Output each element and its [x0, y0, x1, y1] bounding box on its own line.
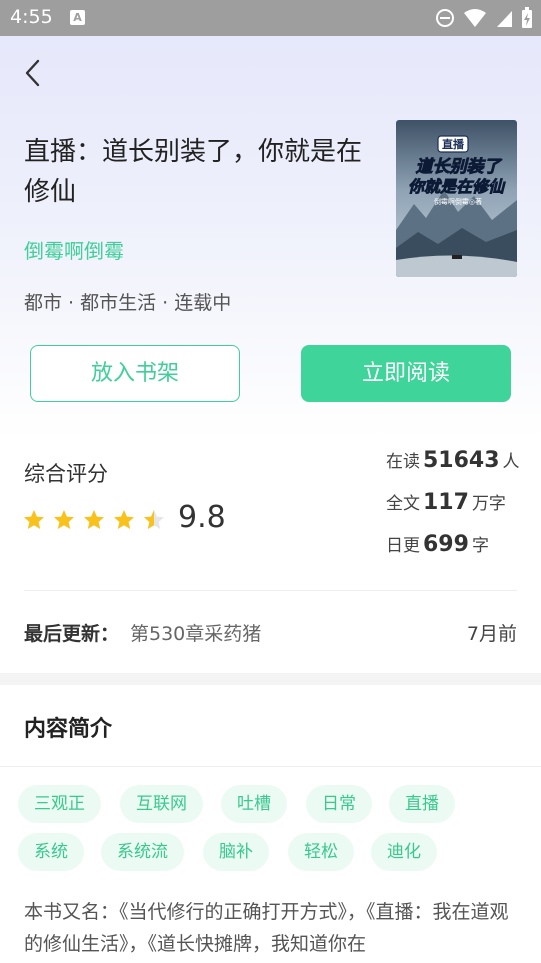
author-link[interactable]: 倒霉啊倒霉	[24, 235, 124, 264]
star-full-icon	[84, 510, 104, 529]
tag-chip[interactable]: 互联网	[120, 785, 203, 823]
book-title: 直播：道长别装了，你就是在修仙	[24, 137, 363, 207]
notification-a-icon: A	[70, 10, 85, 25]
wifi-icon	[464, 9, 486, 27]
divider	[0, 766, 541, 767]
status-time: 4:55	[10, 6, 53, 28]
rating-label: 综合评分	[24, 462, 108, 486]
tag-chip[interactable]: 系统	[18, 833, 84, 871]
stat-reading-prefix: 在读	[386, 452, 420, 472]
tag-chip[interactable]: 吐槽	[221, 785, 287, 823]
do-not-disturb-icon	[436, 9, 454, 27]
rating-score: 9.8	[178, 500, 226, 535]
read-now-button[interactable]: 立即阅读	[301, 345, 511, 402]
star-half-icon	[144, 510, 164, 529]
last-update-chapter[interactable]: 第530章采药猪	[130, 619, 261, 646]
add-to-shelf-button[interactable]: 放入书架	[30, 345, 240, 402]
book-meta: 都市 · 都市生活 · 连载中	[24, 292, 232, 314]
last-update-label: 最后更新：	[24, 623, 120, 645]
stat-reading-value: 51643	[423, 448, 500, 473]
section-separator	[0, 673, 541, 685]
stat-daily-unit: 字	[471, 536, 489, 556]
star-rating	[22, 508, 166, 532]
tag-chip[interactable]: 轻松	[288, 833, 354, 871]
back-arrow-icon[interactable]	[22, 58, 42, 88]
signal-icon	[497, 11, 512, 27]
stat-words-value: 117	[423, 490, 469, 515]
cover-title-line1: 道长别装了	[416, 157, 503, 177]
tag-chip[interactable]: 迪化	[371, 833, 437, 871]
tag-chip[interactable]: 直播	[389, 785, 455, 823]
cover-badge: 直播	[442, 137, 465, 151]
stat-daily-prefix: 日更	[386, 536, 420, 556]
tag-chip[interactable]: 系统流	[101, 833, 184, 871]
stat-words: 全文 117 万字	[386, 489, 506, 515]
status-bar: 4:55 A	[0, 0, 541, 36]
last-update-time: 7月前	[466, 623, 517, 645]
synopsis-text: 本书又名：《当代修行的正确打开方式》，《直播：我在道观的修仙生活》，《道长快摊牌…	[24, 901, 509, 955]
cover-author: 倒霉啊倒霉◎著	[434, 197, 482, 206]
stat-daily: 日更 699 字	[386, 531, 489, 557]
cover-title-line2: 你就是在修仙	[408, 177, 506, 196]
divider	[24, 590, 517, 591]
stat-words-prefix: 全文	[386, 494, 420, 514]
tag-chip[interactable]: 日常	[306, 785, 372, 823]
intro-title: 内容简介	[24, 717, 113, 742]
battery-icon	[522, 7, 532, 28]
stat-reading: 在读 51643 人	[386, 447, 520, 473]
book-cover[interactable]: 直播 道长别装了 你就是在修仙 倒霉啊倒霉◎著	[396, 120, 517, 277]
star-full-icon	[54, 510, 74, 529]
stat-reading-unit: 人	[502, 452, 520, 472]
stat-daily-value: 699	[423, 532, 469, 557]
tag-chip[interactable]: 脑补	[203, 833, 269, 871]
star-full-icon	[114, 510, 134, 529]
star-full-icon	[24, 510, 44, 529]
stat-words-unit: 万字	[471, 494, 506, 514]
tag-chip[interactable]: 三观正	[18, 785, 101, 823]
